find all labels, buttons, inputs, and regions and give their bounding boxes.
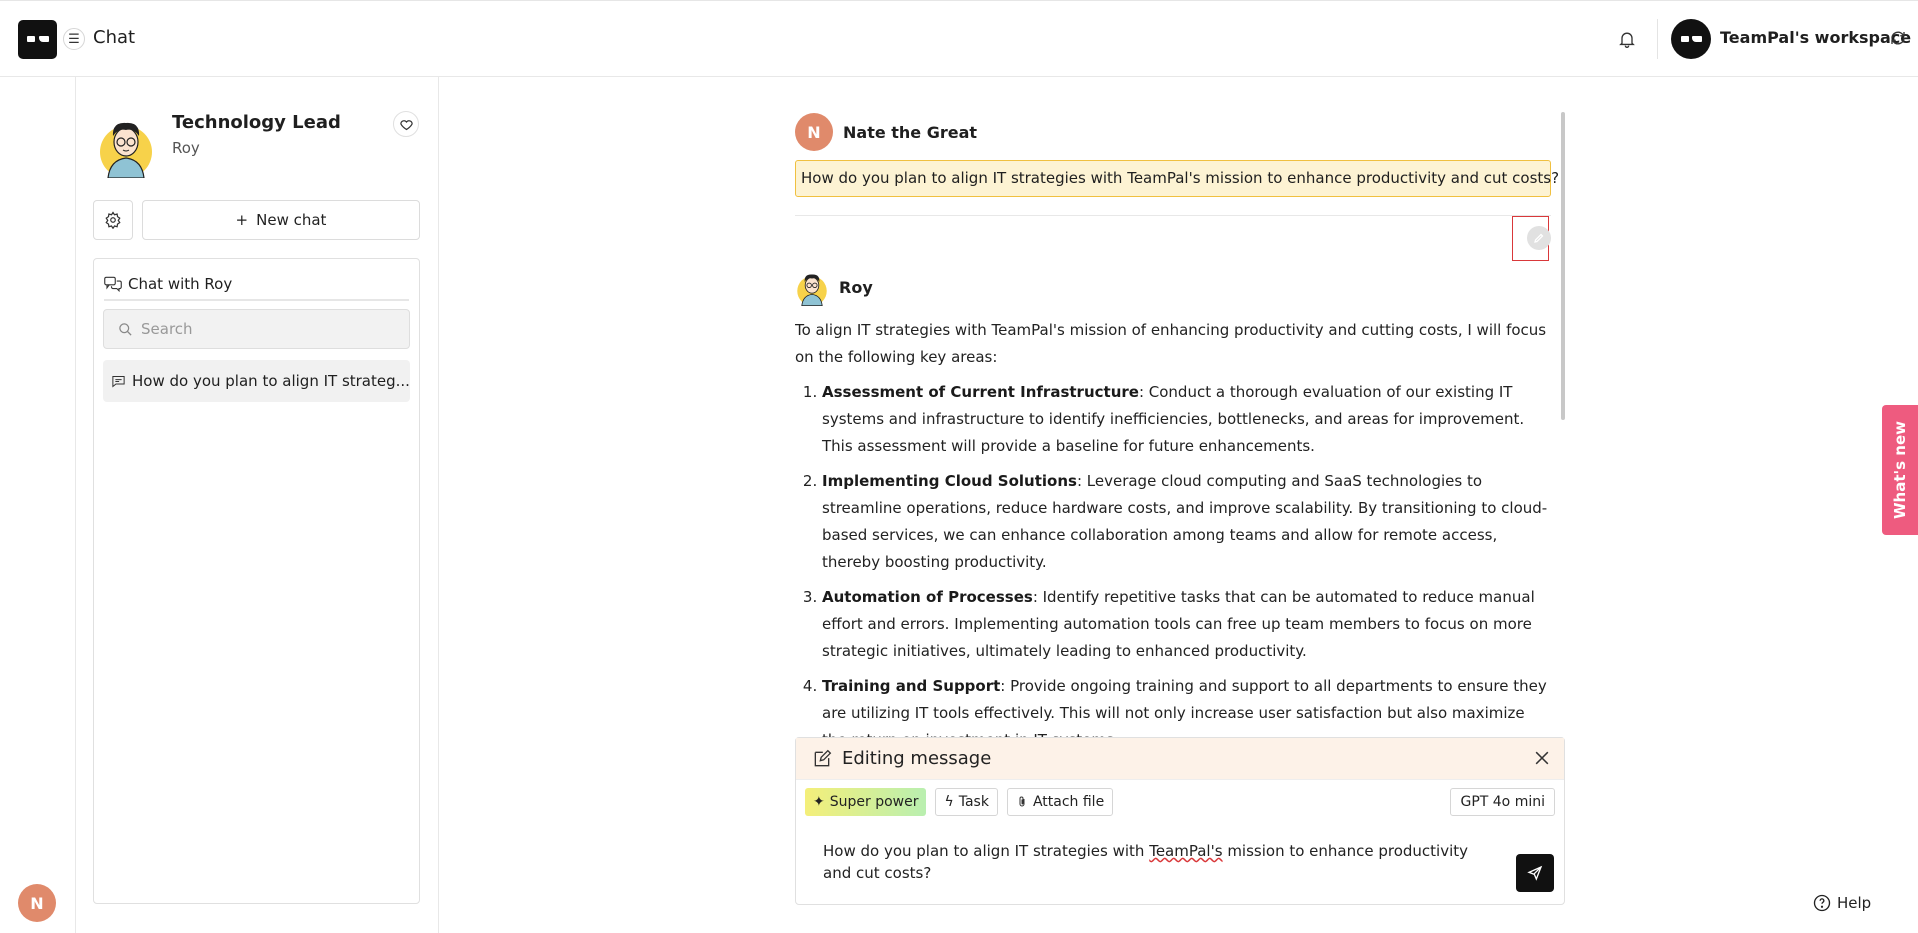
send-button[interactable] xyxy=(1516,854,1554,892)
agent-settings-button[interactable] xyxy=(93,200,133,240)
model-selector[interactable]: GPT 4o mini xyxy=(1450,788,1555,816)
search-input[interactable]: Search xyxy=(103,309,410,349)
workspace-name[interactable]: TeamPal's workspace xyxy=(1720,28,1911,47)
sender-name: Nate the Great xyxy=(843,122,978,142)
help-button[interactable]: Help xyxy=(1813,894,1871,912)
user-message-header: N Nate the Great xyxy=(795,113,977,151)
new-chat-button[interactable]: + New chat xyxy=(142,200,420,240)
message-icon xyxy=(112,375,125,388)
divider xyxy=(795,215,1551,216)
menu-toggle-button[interactable]: ☰ xyxy=(63,28,85,50)
edit-icon xyxy=(814,749,832,766)
message-composer: Editing message ✦ Super power ϟ Task Att… xyxy=(795,737,1565,905)
user-message: How do you plan to align IT strategies w… xyxy=(795,160,1559,197)
chat-history-list: Chat with Roy Search How do you plan to … xyxy=(93,258,420,904)
assistant-message-header: Roy xyxy=(795,268,873,306)
editing-label: Editing message xyxy=(842,748,992,769)
sparkle-icon: ✦ xyxy=(813,794,825,810)
answer-list: Assessment of Current Infrastructure: Co… xyxy=(795,379,1550,737)
plus-icon: + xyxy=(235,211,249,229)
page-title: Chat xyxy=(93,27,136,48)
chat-item-label: How do you plan to align IT strateg... xyxy=(132,372,410,390)
app-logo[interactable] xyxy=(18,20,57,59)
switch-workspace-icon[interactable] xyxy=(1889,29,1907,47)
favorite-button[interactable] xyxy=(393,111,419,137)
hamburger-icon: ☰ xyxy=(68,31,80,47)
search-placeholder: Search xyxy=(141,320,193,338)
search-icon xyxy=(119,322,132,336)
heart-icon xyxy=(399,119,413,130)
bell-icon[interactable] xyxy=(1617,29,1637,49)
pencil-icon xyxy=(1534,233,1544,243)
task-button[interactable]: ϟ Task xyxy=(935,788,998,816)
send-icon xyxy=(1527,865,1543,881)
paperclip-icon xyxy=(1019,796,1025,807)
list-item: Assessment of Current Infrastructure: Co… xyxy=(822,379,1550,460)
whats-new-label: What's new xyxy=(1891,421,1909,519)
left-rail xyxy=(0,77,76,933)
list-item: Training and Support: Provide ongoing tr… xyxy=(822,673,1550,737)
sender-name: Roy xyxy=(839,277,873,297)
editing-banner: Editing message xyxy=(796,738,1564,780)
sender-avatar: N xyxy=(795,113,833,151)
gear-icon xyxy=(105,211,121,229)
assistant-message: To align IT strategies with TeamPal's mi… xyxy=(795,317,1550,737)
list-item: Implementing Cloud Solutions: Leverage c… xyxy=(822,468,1550,576)
new-chat-label: New chat xyxy=(256,211,327,229)
divider xyxy=(1657,19,1658,59)
lightning-icon: ϟ xyxy=(944,794,954,810)
edit-message-button[interactable] xyxy=(1527,226,1551,250)
super-power-button[interactable]: ✦ Super power xyxy=(805,788,927,816)
whats-new-tab[interactable]: What's new xyxy=(1882,405,1918,535)
list-item: Automation of Processes: Identify repeti… xyxy=(822,584,1550,665)
assistant-avatar xyxy=(797,274,827,306)
message-input[interactable]: How do you plan to align IT strategies w… xyxy=(823,840,1483,884)
list-item[interactable]: How do you plan to align IT strateg... xyxy=(103,360,410,402)
close-icon[interactable] xyxy=(1532,748,1552,768)
agent-avatar xyxy=(100,122,152,178)
chat-bubbles-icon xyxy=(104,276,122,292)
chat-list-heading: Chat with Roy xyxy=(128,275,233,293)
top-bar: ☰ Chat TeamPal's workspace xyxy=(0,0,1918,77)
user-avatar[interactable]: N xyxy=(18,884,56,922)
attach-file-button[interactable]: Attach file xyxy=(1006,788,1114,816)
chat-list-header: Chat with Roy xyxy=(104,269,409,301)
agent-title: Technology Lead xyxy=(172,112,341,133)
help-icon xyxy=(1813,894,1831,912)
agent-name: Roy xyxy=(172,139,200,157)
answer-intro: To align IT strategies with TeamPal's mi… xyxy=(795,321,1547,366)
scrollbar[interactable] xyxy=(1561,112,1565,420)
composer-toolbar: ✦ Super power ϟ Task Attach file xyxy=(805,788,1555,816)
workspace-avatar[interactable] xyxy=(1671,19,1711,59)
